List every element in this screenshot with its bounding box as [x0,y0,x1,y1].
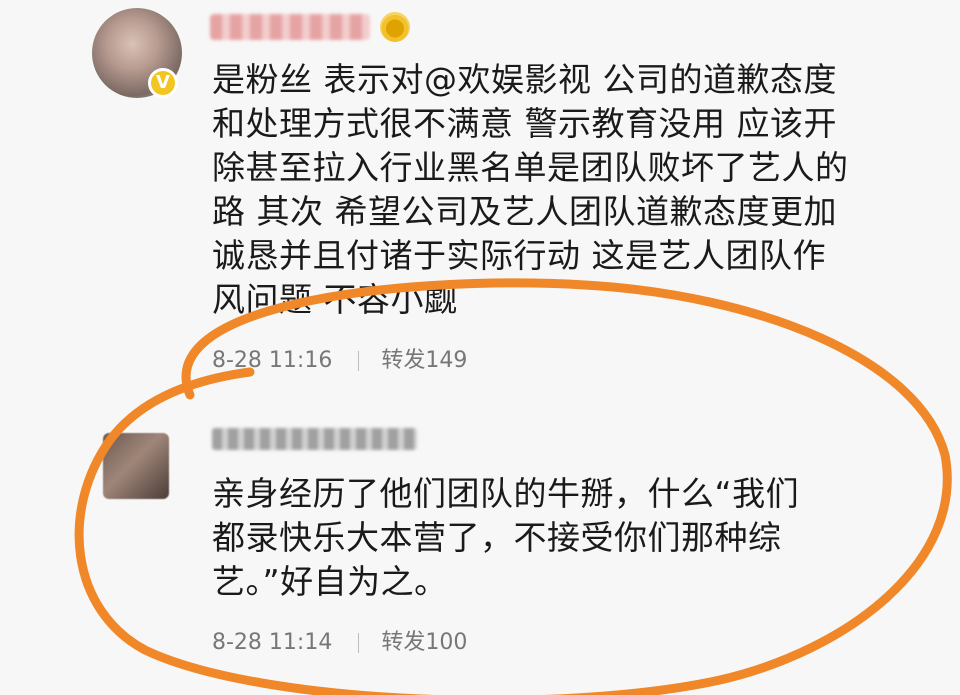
comment-2-text: 亲身经历了他们团队的牛掰，什么“我们 都录快乐大本营了，不接受你们那种综 艺。”… [212,474,800,601]
meta-divider [358,351,360,371]
comment-2-time: 8-28 11:14 [212,630,333,655]
username-2-blurred[interactable] [212,428,417,450]
comment-1-meta: 8-28 11:16 转发149 [212,342,467,374]
comment-1-time: 8-28 11:16 [212,348,333,373]
comment-2-meta: 8-28 11:14 转发100 [212,624,467,656]
username-1-blurred[interactable] [210,14,370,40]
comment-1-text: 是粉丝 表示对@欢娱影视 公司的道歉态度 和处理方式很不满意 警示教育没用 应该… [212,60,849,319]
user-avatar-2[interactable] [103,433,169,499]
verified-v-icon: V [148,68,178,98]
user-level-badge-icon [380,12,410,42]
meta-divider [358,633,360,653]
comment-2-repost-button[interactable]: 转发100 [381,630,467,655]
comment-1-repost-button[interactable]: 转发149 [381,348,467,373]
